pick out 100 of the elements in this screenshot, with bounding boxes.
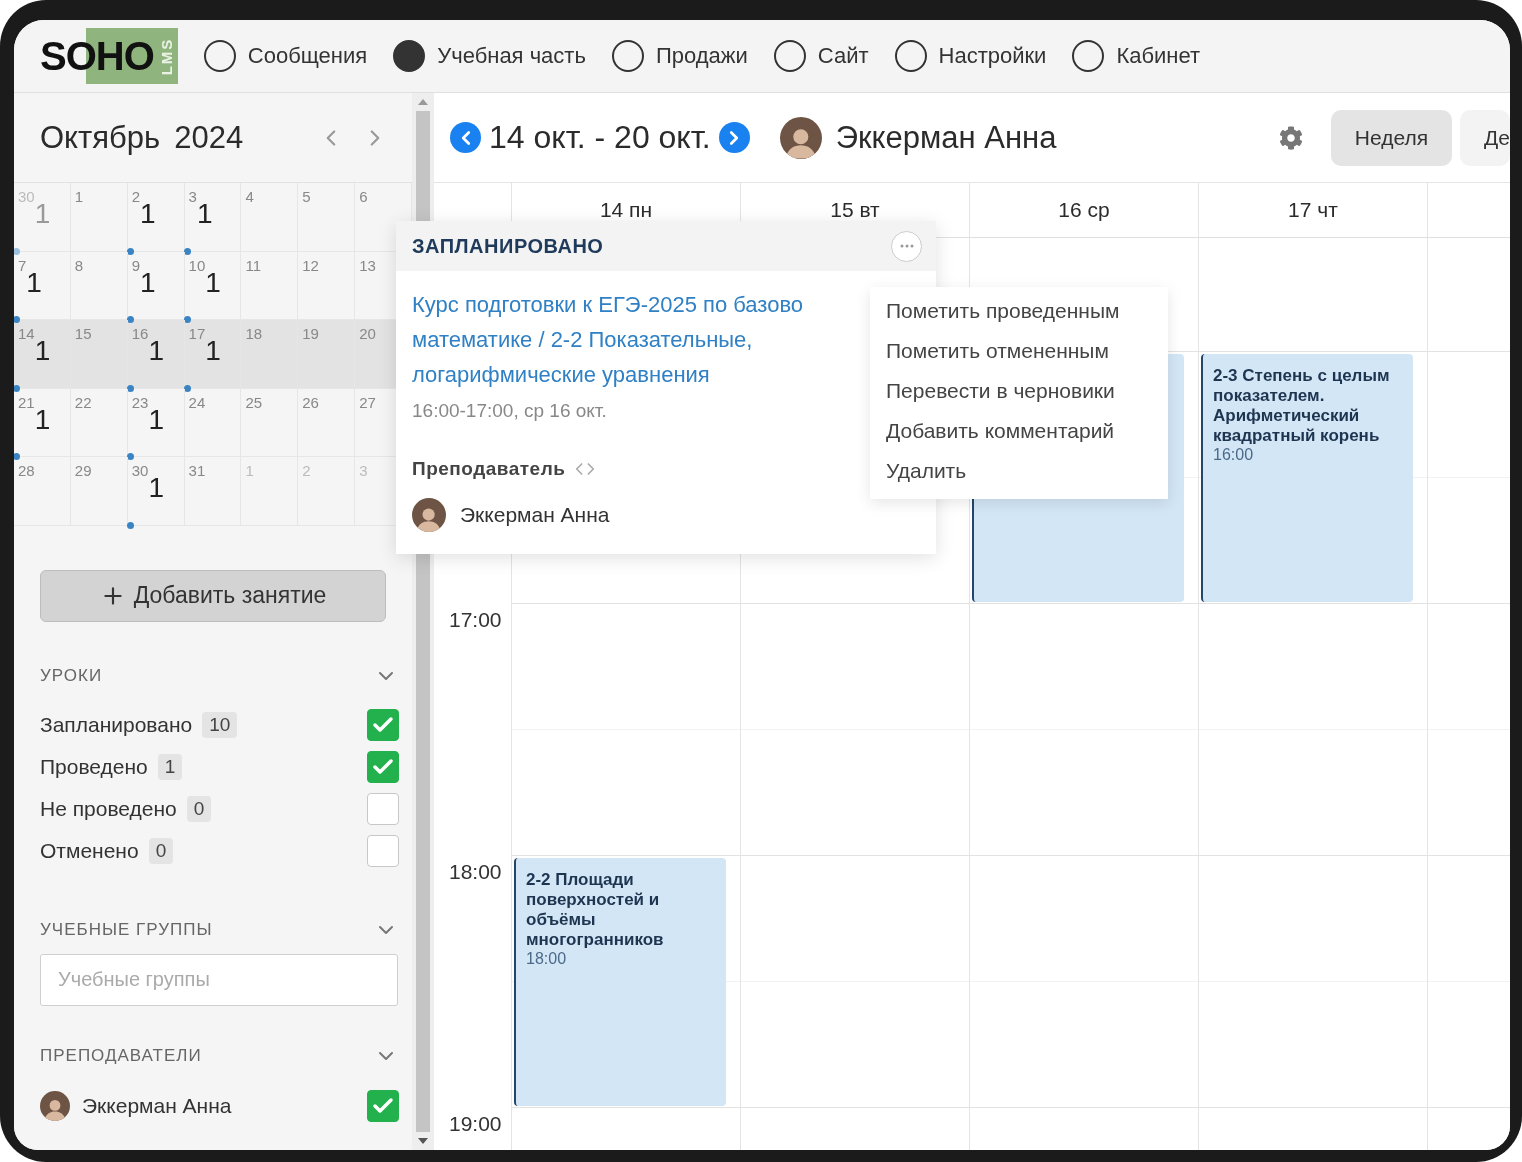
lesson-count: 1	[26, 266, 42, 299]
lesson-count: 1	[148, 472, 164, 504]
day-number[interactable]: 24	[188, 393, 206, 411]
day-number[interactable]: 1	[245, 462, 254, 479]
day-number[interactable]: 17	[188, 325, 206, 342]
settings-icon[interactable]	[1278, 125, 1303, 150]
nav-item[interactable]: Сообщения	[203, 40, 368, 72]
menu-item[interactable]: Удалить	[870, 451, 1168, 491]
day-number[interactable]: 27	[359, 393, 376, 411]
checkbox[interactable]	[367, 708, 399, 741]
lesson-count: 1	[34, 403, 51, 436]
day-number[interactable]: 15	[74, 325, 92, 342]
day-number[interactable]: 2	[302, 462, 311, 479]
day-number[interactable]: 2	[131, 188, 141, 205]
teacher-name: Эккерман Анна	[835, 119, 1057, 156]
day-number[interactable]: 3	[359, 462, 368, 479]
day-number[interactable]: 28	[18, 462, 35, 479]
next-week-button[interactable]	[718, 122, 750, 153]
day-number[interactable]: 8	[74, 256, 84, 274]
view-tab[interactable]: Неделя	[1330, 109, 1453, 166]
day-number[interactable]: 30	[18, 188, 35, 205]
time-label: 17:00	[449, 608, 502, 631]
nav-item[interactable]: Учебная часть	[393, 40, 586, 72]
menu-item[interactable]: Пометить отмененным	[870, 331, 1168, 371]
filter-label: Не проведено	[40, 796, 177, 821]
day-number[interactable]: 9	[131, 256, 141, 274]
event-dot	[126, 521, 134, 529]
filter-label: Проведено	[40, 754, 148, 779]
day-number[interactable]: 19	[302, 325, 319, 342]
day-number[interactable]: 21	[18, 393, 35, 411]
day-header: 14 пн	[599, 198, 653, 222]
lesson-count: 1	[148, 403, 164, 436]
day-header: 15 вт	[830, 198, 880, 222]
more-icon	[899, 244, 914, 248]
day-number[interactable]: 12	[302, 256, 319, 274]
lesson-count: 1	[140, 198, 156, 230]
day-number[interactable]: 26	[302, 393, 319, 411]
filter-label: Запланировано	[40, 712, 193, 737]
day-number[interactable]: 13	[359, 256, 376, 274]
event-dot	[14, 316, 20, 323]
day-header: 17 чт	[1288, 198, 1338, 222]
section-title: УРОКИ	[40, 665, 103, 686]
day-number[interactable]: 11	[245, 256, 261, 274]
view-tab[interactable]: Де	[1460, 109, 1510, 166]
event-dot	[14, 384, 20, 392]
event-dot	[183, 384, 191, 392]
menu-item[interactable]: Добавить комментарий	[870, 411, 1168, 451]
day-number[interactable]: 4	[245, 188, 254, 205]
count-badge: 0	[148, 837, 174, 864]
day-number[interactable]: 22	[74, 393, 92, 411]
day-number[interactable]: 18	[245, 325, 263, 342]
day-header: 16 ср	[1058, 198, 1110, 222]
nav-item[interactable]: Кабинет	[1072, 40, 1201, 72]
day-number[interactable]: 29	[74, 462, 92, 479]
menu-item[interactable]: Пометить проведенным	[870, 291, 1168, 331]
year-title: 2024	[174, 119, 244, 156]
add-lesson-button[interactable]: Добавить занятие	[40, 569, 386, 622]
day-number[interactable]: 10	[188, 256, 206, 274]
day-number[interactable]: 3	[188, 188, 197, 205]
nav-item[interactable]: Настройки	[894, 40, 1047, 72]
day-number[interactable]: 23	[131, 393, 149, 411]
day-number[interactable]: 20	[359, 325, 376, 342]
more-button[interactable]	[891, 230, 922, 262]
day-number[interactable]: 1	[74, 188, 84, 205]
nav-item[interactable]: Продажи	[611, 40, 748, 72]
count-badge: 1	[157, 753, 183, 780]
day-number[interactable]: 30	[131, 462, 149, 479]
logo-subtext: LMS	[155, 28, 178, 84]
event-dot	[183, 247, 191, 255]
day-number[interactable]: 14	[18, 325, 35, 342]
calendar-event[interactable]: 2-2 Площади поверхностей и объёмы многогранников 18:00	[514, 858, 726, 1106]
lesson-count: 1	[34, 198, 51, 230]
lesson-count: 1	[34, 335, 51, 367]
groups-input-field[interactable]: Учебные группы	[40, 953, 398, 1006]
lesson-count: 1	[205, 266, 221, 299]
menu-item[interactable]: Перевести в черновики	[870, 371, 1168, 411]
day-number[interactable]: 5	[302, 188, 311, 205]
day-number[interactable]: 7	[18, 256, 27, 274]
lesson-count: 1	[205, 335, 221, 367]
prev-week-button[interactable]	[450, 122, 481, 153]
lesson-status: ЗАПЛАНИРОВАНО	[412, 234, 604, 258]
nav-item[interactable]: Сайт	[773, 40, 869, 72]
scroll-up-icon[interactable]	[418, 99, 428, 105]
scroll-down-icon[interactable]	[418, 1138, 428, 1144]
event-dot	[126, 247, 134, 255]
teacher-name: Эккерман Анна	[82, 1093, 232, 1118]
checkbox[interactable]	[367, 750, 399, 783]
event-title: 2-2 Площади поверхностей и объёмы многогранников	[526, 870, 665, 950]
day-number[interactable]: 31	[188, 462, 206, 479]
checkbox[interactable]	[367, 792, 399, 825]
event-dot	[126, 384, 134, 392]
week-range: 14 окт. - 20 окт.	[489, 119, 711, 156]
calendar-event[interactable]: 2-3 Степень с целым показателем. Арифметический квадратный корень 16:00	[1201, 354, 1413, 602]
day-number[interactable]: 6	[359, 188, 368, 205]
checkbox[interactable]	[367, 1089, 399, 1122]
day-number[interactable]: 25	[245, 393, 263, 411]
checkbox[interactable]	[367, 834, 399, 867]
lesson-count: 1	[140, 266, 156, 299]
day-number[interactable]: 16	[131, 325, 149, 342]
avatar	[779, 116, 822, 159]
